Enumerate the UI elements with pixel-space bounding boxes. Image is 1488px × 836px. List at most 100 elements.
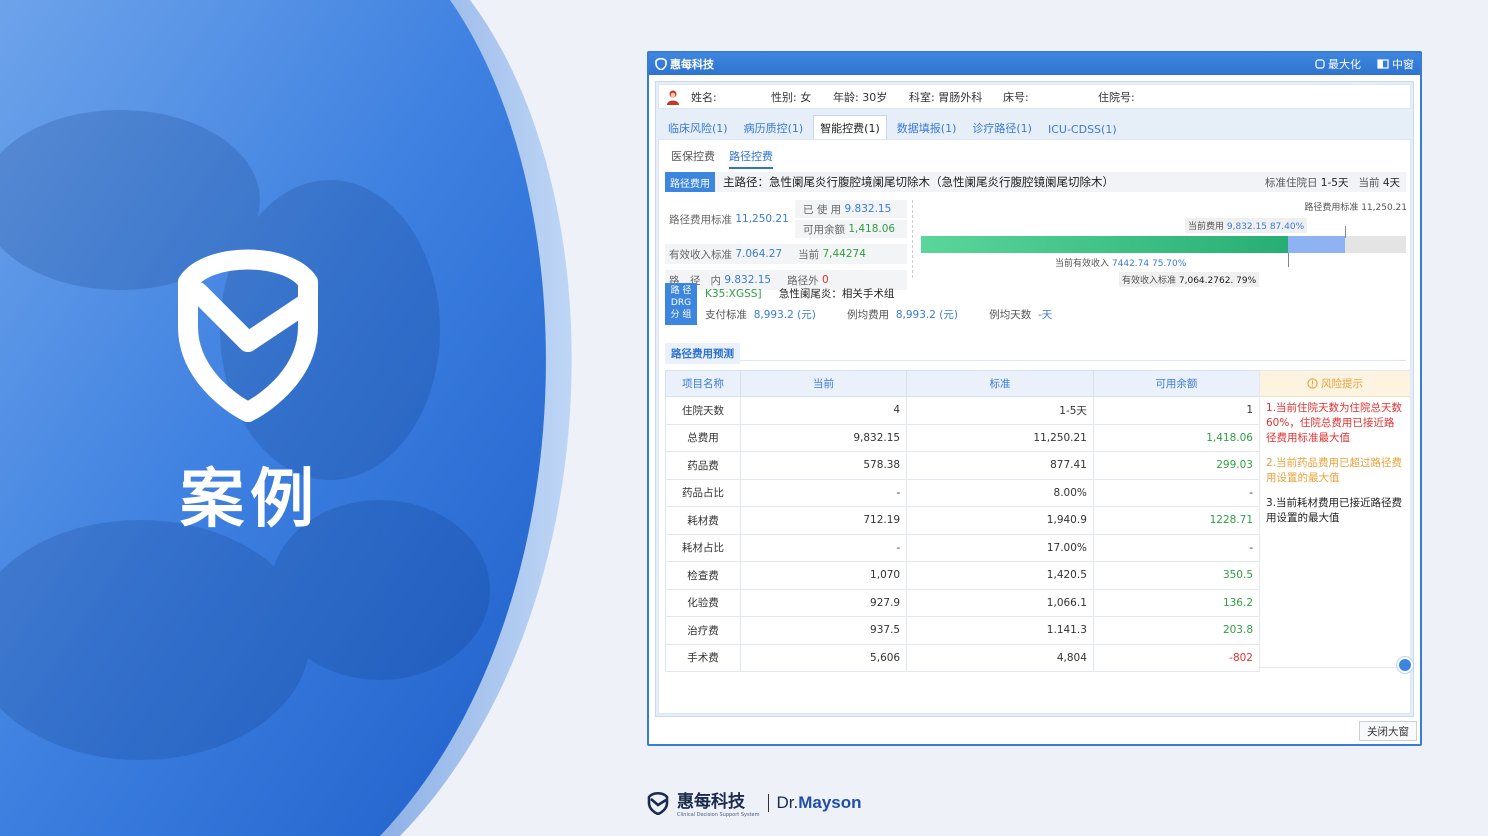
cell-balance: 350.5 [1092,561,1261,590]
subtab-insurance[interactable]: 医保控费 [671,148,715,169]
tab-record-qc[interactable]: 病历质控(1) [738,116,810,140]
cell-balance: - [1092,478,1261,507]
window-brand: 惠每科技 [655,56,714,72]
footer-separator [767,793,769,812]
tab-clinical-path[interactable]: 诊疗路径(1) [966,116,1038,140]
medium-window-button[interactable]: 中窗 [1377,56,1414,72]
subtab-path-cost[interactable]: 路径控费 [729,148,773,169]
effective-current-label: 当前有效收入 [1055,259,1110,269]
tab-data-report[interactable]: 数据填报(1) [891,116,963,140]
cell-current: - [739,533,908,562]
drg-tag-line-2: DRG [670,298,692,308]
footer-logo: 惠每科技 Clinical Decision Support System Dr… [647,787,862,818]
patient-bed: 床号: [1003,90,1029,104]
cell-balance: 203.8 [1092,616,1261,645]
tab-icu-cdss[interactable]: ICU-CDSS(1) [1042,119,1123,140]
table-row: 手术费 5,606 4,804 -802 [665,643,1261,672]
cell-standard: 11,250.21 [906,423,1094,452]
drg-info: 路 径 DRG 分 组 K35:XGSS] 急性阑尾炎：相关手术组 支付标准 8… [665,283,1265,325]
medium-window-icon [1377,59,1389,69]
window-titlebar: 惠每科技 最大化 中窗 [649,53,1420,75]
drg-tag-line-1: 路 径 [670,286,692,296]
risk-item-1: 1.当前住院天数为住院总天数60%，住院总费用已接近路径费用标准最大值 [1266,402,1403,444]
cell-item-name: 治疗费 [665,616,741,645]
eff-income-label: 有效收入标准 [669,248,732,261]
current-fee-marker [1344,226,1346,238]
path-cost-tag: 路径费用 [665,172,715,192]
cell-current: 5,606 [739,643,908,672]
drg-days-value: -天 [1037,309,1053,321]
col-balance: 可用余额 [1092,370,1261,397]
patient-dept: 科室: 胃肠外科 [909,90,983,104]
cell-current: 4 [739,396,908,425]
warning-icon [1307,378,1318,389]
effective-current-value: 7442.74 75.70% [1111,259,1187,269]
close-large-window-button[interactable]: 关闭大窗 [1359,721,1417,741]
risk-title: 风险提示 [1321,378,1363,390]
cell-current: 9,832.15 [739,423,908,452]
cell-standard: 1,066.1 [906,588,1094,617]
cell-balance: 299.03 [1092,451,1261,480]
cell-current: - [739,478,908,507]
cell-standard: 17.00% [906,533,1094,562]
main-path-name: 主路径：急性阑尾炎行腹腔境阑尾切除木（急性阑尾炎行腹腔镜阑尾切除木） [723,175,1114,189]
assistant-chat-icon[interactable] [1397,657,1413,673]
footer-mayson: Mayson [798,792,862,812]
table-row: 药品占比 -8.00% - [665,478,1261,507]
table-row: 总费用 9,832.15 11,250.21 1,418.06 [665,423,1261,452]
cell-item-name: 耗材占比 [665,533,741,562]
risk-item-2: 2.当前药品费用已超过路径费用设置的最大值 [1266,457,1403,484]
cdss-window: 惠每科技 最大化 中窗 姓名: 性别: 女 年龄: 30岁 科室: 胃肠外科 床… [647,51,1422,746]
subtabs: 医保控费 路径控费 [671,148,773,169]
drg-pay-value: 8,993.2 (元) [753,309,816,321]
cell-current: 937.5 [739,616,908,645]
tab-cost-control[interactable]: 智能控费(1) [813,115,887,140]
table-row: 耗材占比 -17.00% - [665,533,1261,562]
std-fee-label: 路径费用标准 [669,213,732,226]
std-fee-bar-label: 路径费用标准 11,250.21 [1304,203,1407,213]
current-fee-bar-label: 当前费用 9,832.15 87.40% [1185,218,1308,233]
cost-control-content: 医保控费 路径控费 路径费用 主路径：急性阑尾炎行腹腔境阑尾切除木（急性阑尾炎行… [658,139,1413,714]
avail-label: 可用余额 [803,223,845,236]
drg-code: K35:XGSS] [705,288,762,300]
cell-standard: 8.00% [906,478,1094,507]
cell-item-name: 总费用 [665,423,741,452]
cell-standard: 1-5天 [906,396,1094,425]
current-fee-bar-value: 9,832.15 87.40% [1226,222,1305,232]
drg-avg-label: 例均费用 [847,309,890,321]
patient-admission-no: 住院号: [1098,90,1135,104]
cell-balance: 1,418.06 [1092,423,1261,452]
cost-prediction-table: 项目名称 当前 标准 可用余额 住院天数 4 1-5天 1 总费用 9,832.15 11,… [665,370,1261,672]
patient-name: 姓名: [691,90,717,104]
eff-income-value: 7.064.27 [735,248,783,260]
footer-subtitle: Clinical Decision Support System [677,812,760,818]
drg-days-label: 例均天数 [989,309,1032,321]
prediction-title: 路径费用预测 [665,343,740,364]
drg-tag: 路 径 DRG 分 组 [665,283,697,325]
patient-age: 年龄: 30岁 [833,90,888,104]
maximize-button[interactable]: 最大化 [1315,56,1361,72]
risk-item-3: 3.当前耗材费用已接近路径费用设置的最大值 [1266,497,1403,524]
cell-standard: 1,420.5 [906,561,1094,590]
current-stay-value: 4天 [1382,176,1400,189]
tab-clinical-risk[interactable]: 临床风险(1) [662,116,734,140]
cell-balance: - [1092,533,1261,562]
cell-balance: 1228.71 [1092,506,1261,535]
footer-dr-mayson: Dr.Mayson [777,793,862,813]
footer-dr: Dr. [776,792,799,812]
current-income-label: 当前 [798,248,820,261]
cost-progress-chart: 路径费用标准 11,250.21 当前费用 9,832.15 87.40% 当前… [921,198,1411,288]
risk-header: 风险提示 [1260,371,1410,397]
cell-standard: 877.41 [906,451,1094,480]
cost-bar-track [921,236,1406,253]
cell-standard: 1.141.3 [906,616,1094,645]
cell-current: 1,070 [739,561,908,590]
current-income-value: 7,44274 [822,248,866,260]
avail-value: 1,418.06 [848,223,896,235]
patient-info-bar: 姓名: 性别: 女 年龄: 30岁 科室: 胃肠外科 床号: 住院号: [658,84,1411,109]
drg-group: 急性阑尾炎：相关手术组 [778,288,895,300]
used-label: 已 使 用 [803,203,842,216]
module-tabs: 临床风险(1) 病历质控(1) 智能控费(1) 数据填报(1) 诊疗路径(1) … [658,115,1411,140]
cell-item-name: 化验费 [665,588,741,617]
standard-stay: 标准住院日 1-5天 当前 4天 [1265,175,1400,190]
